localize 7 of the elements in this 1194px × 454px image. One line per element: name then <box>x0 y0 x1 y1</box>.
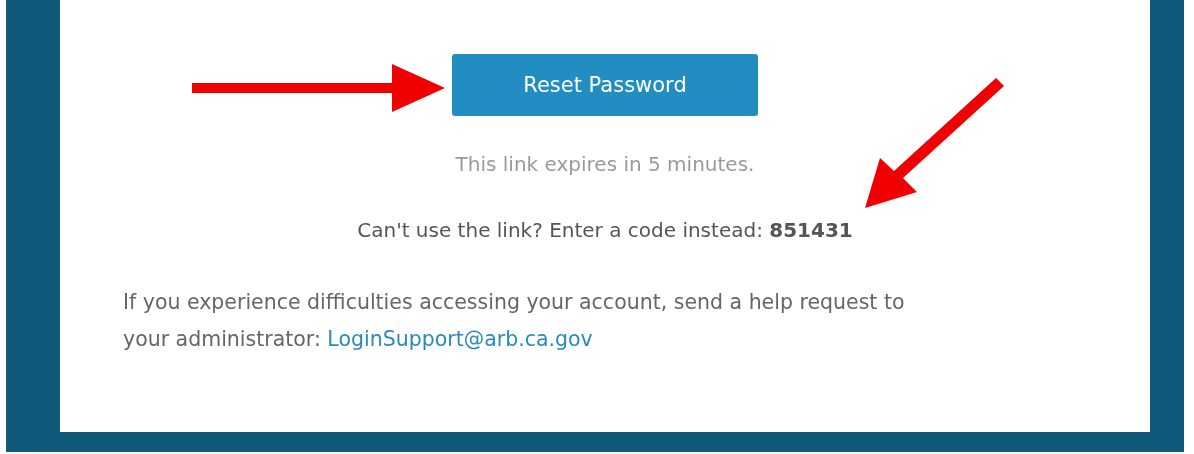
arrow-icon <box>865 78 1004 208</box>
help-text: If you experience difficulties accessing your account, send a help request to your administrator: LoginSupport@arb.ca.gov <box>123 289 906 353</box>
code-text: Can't use the link? Enter a code instead: 851431 <box>357 218 853 242</box>
arrow-icon <box>192 64 445 112</box>
expiry-note: This link expires in 5 minutes. <box>455 152 755 176</box>
reset-password-button[interactable]: Reset Password <box>452 54 758 116</box>
support-email-link[interactable]: LoginSupport@arb.ca.gov <box>327 327 593 351</box>
